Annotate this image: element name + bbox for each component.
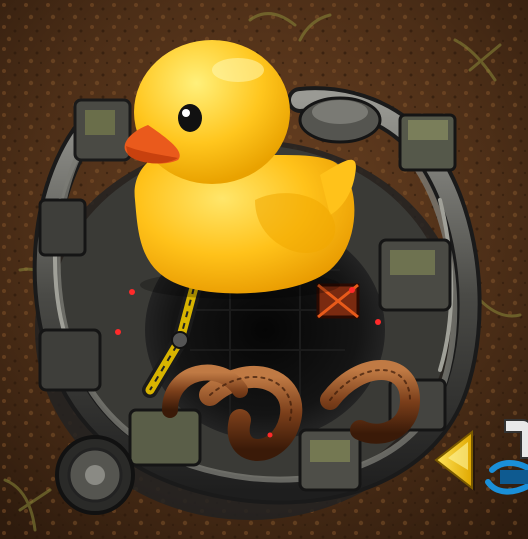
game-viewport [0, 0, 528, 539]
turbine [55, 435, 135, 515]
